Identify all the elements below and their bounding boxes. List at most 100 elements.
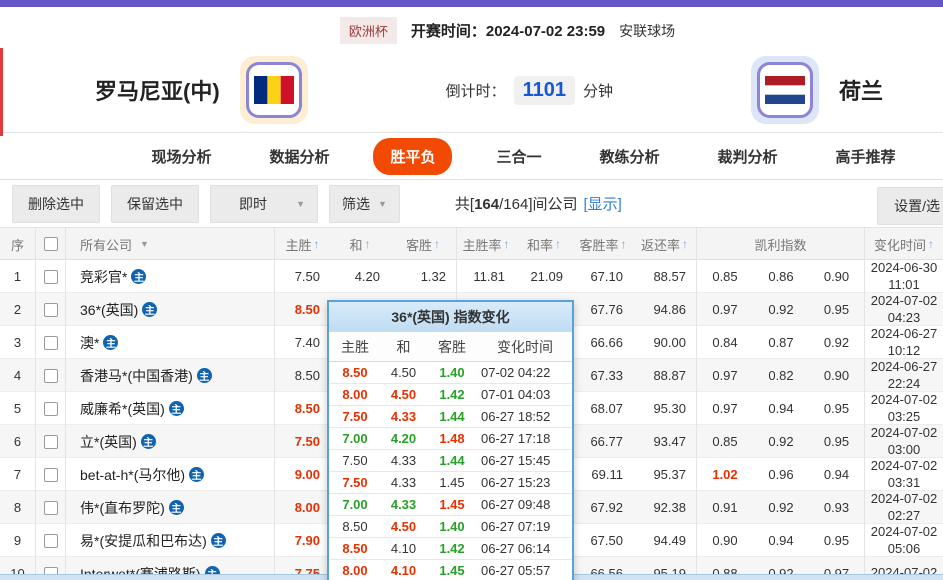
- company-cell[interactable]: 威廉希*(英国)主: [66, 392, 275, 425]
- return-rate: 88.57: [633, 260, 697, 293]
- row-checkbox[interactable]: [44, 402, 58, 416]
- change-time: 2024-07-0205:06: [865, 524, 943, 557]
- change-clock: 03:00: [888, 442, 921, 458]
- primary-company-icon: 主: [141, 434, 156, 449]
- company-cell[interactable]: 香港马*(中国香港)主: [66, 359, 275, 392]
- row-index: 2: [0, 293, 36, 326]
- header-away-odds[interactable]: 客胜↑: [390, 228, 457, 260]
- kelly-draw: 0.87: [753, 326, 809, 359]
- top-accent-bar: [0, 0, 943, 7]
- kelly-away: 0.95: [809, 392, 865, 425]
- select-all-checkbox[interactable]: [44, 237, 58, 251]
- company-cell[interactable]: 竞彩官*主: [66, 260, 275, 293]
- home-odds: 8.50: [275, 293, 330, 326]
- header-index: 序: [0, 228, 36, 260]
- change-time: 2024-07-0204:23: [865, 293, 943, 326]
- analysis-tabbar: 现场分析数据分析胜平负三合一教练分析裁判分析高手推荐: [0, 133, 943, 180]
- tab-高手推荐[interactable]: 高手推荐: [822, 138, 910, 175]
- keep-selected-button[interactable]: 保留选中: [111, 185, 199, 223]
- header-away-rate[interactable]: 客胜率↑: [573, 228, 633, 260]
- popup-change-time: 06-27 18:52: [478, 409, 572, 424]
- change-clock: 11:01: [888, 277, 920, 293]
- company-name: 威廉希*(英国): [80, 399, 165, 419]
- teams-row: 罗马尼亚(中) 倒计时： 1101 分钟: [0, 44, 943, 124]
- company-cell[interactable]: 伟*(直布罗陀)主: [66, 491, 275, 524]
- popup-away-odds: 1.45: [426, 563, 478, 578]
- table-header-row: 序 所有公司 ▼ 主胜↑ 和↑ 客胜↑ 主胜率↑ 和率↑ 客胜率↑ 返还率↑ 凯…: [0, 228, 943, 260]
- time-mode-dropdown[interactable]: 即时 ▼: [210, 185, 318, 223]
- popup-draw-odds: 4.33: [381, 475, 426, 490]
- caret-down-icon: ▼: [378, 199, 387, 209]
- company-cell[interactable]: bet-at-h*(马尔他)主: [66, 458, 275, 491]
- popup-home-odds: 7.50: [329, 409, 381, 424]
- sort-asc-icon: ↑: [504, 237, 510, 251]
- row-checkbox[interactable]: [44, 534, 58, 548]
- header-return-rate[interactable]: 返还率↑: [633, 228, 697, 260]
- primary-company-icon: 主: [169, 500, 184, 515]
- filter-dropdown[interactable]: 筛选 ▼: [329, 185, 400, 223]
- kelly-home: 0.97: [697, 293, 753, 326]
- header-change-time[interactable]: 变化时间↑: [865, 228, 943, 260]
- company-cell[interactable]: 澳*主: [66, 326, 275, 359]
- sort-asc-icon: ↑: [314, 237, 320, 251]
- row-checkbox[interactable]: [44, 435, 58, 449]
- change-clock: 10:12: [888, 343, 921, 359]
- company-cell[interactable]: 易*(安提瓜和巴布达)主: [66, 524, 275, 557]
- popup-header-time: 变化时间: [478, 337, 572, 357]
- change-date: 2024-07-02: [871, 458, 938, 474]
- kelly-away: 0.92: [809, 326, 865, 359]
- change-clock: 02:27: [888, 508, 921, 524]
- home-odds: 8.50: [275, 359, 330, 392]
- tab-现场分析[interactable]: 现场分析: [137, 138, 225, 175]
- away-win-rate: 67.33: [573, 359, 633, 392]
- company-cell[interactable]: 36*(英国)主: [66, 293, 275, 326]
- header-select-all: [36, 228, 66, 260]
- company-count-value: 164: [474, 196, 499, 213]
- settings-button[interactable]: 设置/选: [877, 187, 943, 225]
- row-checkbox[interactable]: [44, 501, 58, 515]
- away-win-rate: 67.50: [573, 524, 633, 557]
- popup-row: 8.004.501.4207-01 04:03: [329, 384, 572, 406]
- change-clock: 05:06: [888, 541, 921, 557]
- row-index: 5: [0, 392, 36, 425]
- header-home-rate[interactable]: 主胜率↑: [457, 228, 515, 260]
- popup-title: 36*(英国) 指数变化: [329, 302, 572, 332]
- popup-row: 7.504.331.4406-27 15:45: [329, 450, 572, 472]
- home-team-name: 罗马尼亚(中): [95, 74, 220, 106]
- draw-rate: 21.09: [515, 260, 573, 293]
- row-checkbox[interactable]: [44, 336, 58, 350]
- popup-change-time: 06-27 07:19: [478, 519, 572, 534]
- popup-row: 7.004.331.4506-27 09:48: [329, 494, 572, 516]
- tab-胜平负[interactable]: 胜平负: [373, 138, 452, 175]
- countdown-value: 1101: [514, 76, 575, 105]
- toolbar: 删除选中 保留选中 即时 ▼ 筛选 ▼ 共[164/164]间公司[显示] 设置…: [0, 180, 943, 228]
- kelly-away: 0.95: [809, 524, 865, 557]
- row-checkbox[interactable]: [44, 303, 58, 317]
- row-index: 4: [0, 359, 36, 392]
- row-checkbox[interactable]: [44, 270, 58, 284]
- row-checkbox[interactable]: [44, 468, 58, 482]
- home-win-rate: 11.81: [457, 260, 515, 293]
- popup-draw-odds: 4.33: [381, 409, 426, 424]
- header-draw-odds[interactable]: 和↑: [330, 228, 390, 260]
- tab-教练分析[interactable]: 教练分析: [586, 138, 674, 175]
- kelly-home: 0.97: [697, 359, 753, 392]
- delete-selected-button[interactable]: 删除选中: [12, 185, 100, 223]
- tab-数据分析[interactable]: 数据分析: [255, 138, 343, 175]
- row-index: 3: [0, 326, 36, 359]
- popup-home-odds: 8.00: [329, 563, 381, 578]
- company-cell[interactable]: 立*(英国)主: [66, 425, 275, 458]
- popup-away-odds: 1.48: [426, 431, 478, 446]
- header-draw-rate[interactable]: 和率↑: [515, 228, 573, 260]
- row-checkbox[interactable]: [44, 369, 58, 383]
- company-name: bet-at-h*(马尔他): [80, 465, 185, 485]
- tab-裁判分析[interactable]: 裁判分析: [704, 138, 792, 175]
- popup-away-odds: 1.45: [426, 497, 478, 512]
- change-clock: 03:31: [888, 475, 921, 491]
- tab-三合一[interactable]: 三合一: [482, 138, 555, 175]
- show-link[interactable]: [显示]: [584, 196, 622, 213]
- kelly-draw: 0.94: [753, 524, 809, 557]
- header-company[interactable]: 所有公司 ▼: [66, 228, 275, 260]
- header-home-odds[interactable]: 主胜↑: [275, 228, 330, 260]
- popup-header-draw: 和: [381, 337, 426, 357]
